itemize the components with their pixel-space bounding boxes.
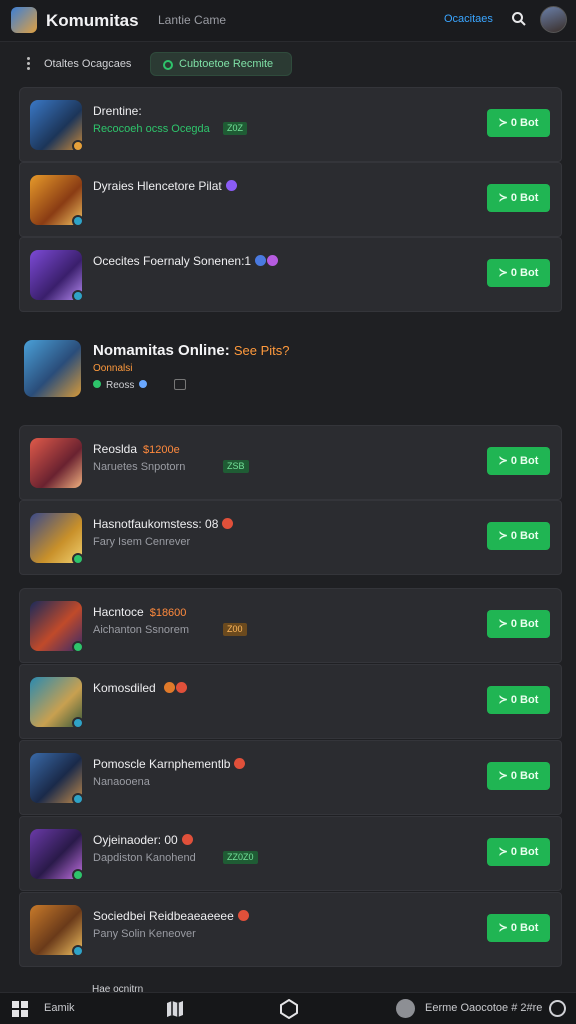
featured-row: Reoss [93,380,148,391]
badge-icon [72,553,84,565]
item-tag: ZSB [223,460,249,473]
get-button[interactable]: ≻ 0 Bot [487,610,550,638]
top-bar: Komumitas Lantie Came Ocacitaes [0,0,576,42]
get-button[interactable]: ≻ 0 Bot [487,686,550,714]
badge-icon [72,215,84,227]
list-item[interactable]: Hacntoce $18600 Aichanton Ssnorem Z00 ≻ 0… [19,588,562,663]
item-title: Dyraies Hlencetore Pilat [93,179,237,193]
emoji-icon [222,518,234,529]
info-icon [139,380,148,388]
app-title: Komumitas [46,11,139,30]
featured-game[interactable]: Nomamitas Online: See Pits? Oonnalsi Reo… [19,330,562,410]
badge-icon [72,793,84,805]
badge-icon [72,717,84,729]
get-button[interactable]: ≻ 0 Bot [487,838,550,866]
item-title: Sociedbei Reidbeaeaeeee [93,909,249,923]
list-item[interactable]: Pomoscle Karnphementlb Nanaooena ≻ 0 Bot [19,740,562,815]
badge-icon [72,869,84,881]
filter-bar: Otaltes Ocagcaes Cubtoetoe Recmite [0,48,576,80]
status-dot-icon [93,380,101,388]
item-meta: Fary Isem Cenrever [93,536,191,548]
list-item[interactable]: Ocecites Foernaly Sonenen:1 ≻ 0 Bot [19,237,562,312]
game-thumbnail [30,100,84,152]
item-title: Komosdiled [93,681,187,695]
badge-icon [72,140,84,152]
emoji-icon [163,682,175,693]
filter-chip[interactable]: Cubtoetoe Recmite [150,52,292,76]
item-tag: Z00 [223,623,247,636]
item-tag: ZZ0Z0 [223,851,258,864]
screen-icon[interactable] [174,379,186,390]
emoji-icon [175,682,187,693]
item-title: Drentine: [93,104,142,118]
item-meta: Pany Solin Keneover [93,928,196,940]
profile-avatar-icon[interactable] [396,999,415,1018]
home-hexagon-icon[interactable] [279,999,299,1019]
start-grid-icon[interactable] [12,1001,28,1017]
chip-dot-icon [163,60,173,70]
list-item[interactable]: Hasnotfaukomstess: 08 Fary Isem Cenrever… [19,500,562,575]
game-thumbnail [30,677,84,729]
top-nav-link[interactable]: Ocacitaes [444,13,493,25]
game-thumbnail [30,905,84,957]
item-meta: Recocoeh ocss Ocegda [93,123,210,135]
list-item[interactable]: Komosdiled ≻ 0 Bot [19,664,562,739]
get-button[interactable]: ≻ 0 Bot [487,259,550,287]
filter-label[interactable]: Otaltes Ocagcaes [44,58,131,70]
get-button[interactable]: ≻ 0 Bot [487,914,550,942]
list-item[interactable]: Dyraies Hlencetore Pilat ≻ 0 Bot [19,162,562,237]
list-item[interactable]: Drentine: Recocoeh ocss Ocegda Z0Z ≻ 0 B… [19,87,562,162]
item-meta: Aichanton Ssnorem [93,624,189,636]
app-logo-icon[interactable] [11,7,37,33]
game-thumbnail [30,829,84,881]
more-options-icon[interactable] [27,57,31,71]
search-icon[interactable] [511,11,527,27]
list-item[interactable]: Reoslda $1200e Naruetes Snpotorn ZSB ≻ 0 … [19,425,562,500]
item-title: Hasnotfaukomstess: 08 [93,517,234,531]
item-title: Oyjeinaoder: 00 [93,833,193,847]
bottom-bar-label[interactable]: Eamik [44,1002,75,1014]
user-avatar[interactable] [540,6,567,33]
game-thumbnail [30,175,84,227]
featured-subtitle: Oonnalsi [93,363,133,374]
emoji-icon [237,910,249,921]
badge-icon [72,945,84,957]
item-meta: Naruetes Snpotorn [93,461,186,473]
item-title: Ocecites Foernaly Sonenen:1 [93,254,279,268]
get-button[interactable]: ≻ 0 Bot [487,762,550,790]
featured-title: Nomamitas Online: See Pits? [93,342,290,359]
get-button[interactable]: ≻ 0 Bot [487,109,550,137]
get-button[interactable]: ≻ 0 Bot [487,447,550,475]
game-thumbnail [30,438,82,488]
item-title: Reoslda $1200e [93,442,180,456]
emoji-icon [234,758,246,769]
emoji-icon [181,834,193,845]
clock-icon[interactable] [549,1000,566,1017]
list-item[interactable]: Oyjeinaoder: 00 Dapdiston Kanohend ZZ0Z0… [19,816,562,891]
filter-chip-label: Cubtoetoe Recmite [179,58,274,70]
get-button[interactable]: ≻ 0 Bot [487,522,550,550]
emoji-icon [267,255,279,266]
item-meta: Dapdiston Kanohend [93,852,196,864]
game-thumbnail [30,601,84,653]
badge-icon [72,290,84,302]
map-icon[interactable] [166,1001,184,1017]
item-title: Pomoscle Karnphementlb [93,757,246,771]
item-tag: Z0Z [223,122,248,135]
game-thumbnail [30,250,84,302]
game-thumbnail [30,753,84,805]
bottom-status-text: Eerme Oaocotoe # 2#re [425,1002,543,1014]
badge-icon [72,641,84,653]
game-thumbnail [30,513,84,565]
emoji-icon [225,180,237,191]
featured-thumbnail [24,340,81,397]
item-title: Hacntoce $18600 [93,605,187,619]
item-meta: Nanaooena [93,776,150,788]
app-subtitle: Lantie Came [158,13,227,27]
bottom-bar: Eamik Eerme Oaocotoe # 2#re [0,992,576,1024]
list-item[interactable]: Sociedbei Reidbeaeaeeee Pany Solin Keneo… [19,892,562,967]
emoji-icon [255,255,267,266]
get-button[interactable]: ≻ 0 Bot [487,184,550,212]
